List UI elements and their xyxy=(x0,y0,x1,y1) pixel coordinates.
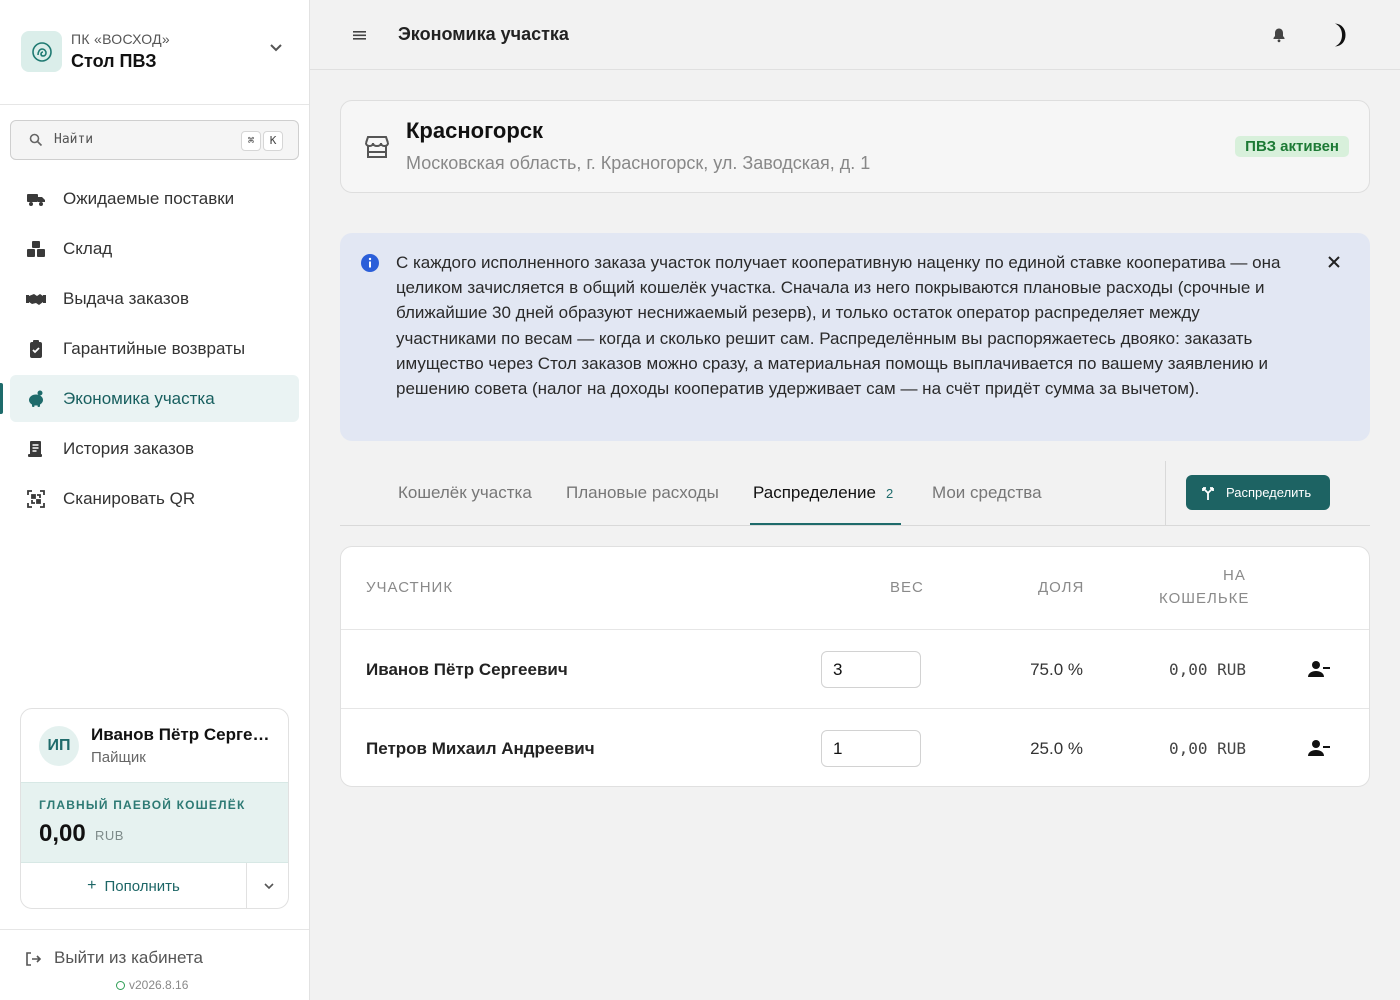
info-alert: С каждого исполненного заказа участок по… xyxy=(340,233,1370,441)
org-name: Стол ПВЗ xyxy=(71,51,157,71)
truck-icon xyxy=(27,194,45,206)
info-icon xyxy=(361,254,379,272)
info-text: С каждого исполненного заказа участок по… xyxy=(396,253,1281,399)
sidebar-item-warranty-returns[interactable]: Гарантийные возвраты xyxy=(10,325,299,372)
search-icon xyxy=(29,133,43,147)
sidebar-item-order-pickup[interactable]: Выдача заказов xyxy=(10,275,299,322)
logout-icon[interactable] xyxy=(24,950,42,968)
tab-label: Кошелёк участка xyxy=(398,483,532,502)
user-name: Иванов Пётр Сергеевич xyxy=(91,725,271,744)
clipboard-check-icon xyxy=(30,340,42,358)
qr-scan-icon xyxy=(27,490,45,508)
pickup-point-name: Красногорск xyxy=(406,118,544,143)
topup-button[interactable]: + Пополнить xyxy=(21,863,246,908)
user-card: ИП Иванов Пётр Сергеевич Пайщик ГЛАВНЫЙ … xyxy=(20,708,289,909)
topup-label: Пополнить xyxy=(104,877,180,895)
bell-icon[interactable] xyxy=(1271,27,1287,43)
sidebar-item-label: История заказов xyxy=(63,439,195,458)
tab-count-badge: 2 xyxy=(886,486,894,501)
logout-link[interactable]: Выйти из кабинета xyxy=(54,948,203,968)
chevron-down-icon xyxy=(263,883,274,890)
menu-icon[interactable] xyxy=(351,27,369,43)
user-role: Пайщик xyxy=(91,749,146,766)
version-label: v2026.8.16 xyxy=(116,978,188,992)
status-dot-icon xyxy=(116,981,125,990)
sidebar-item-scan-qr[interactable]: Сканировать QR xyxy=(10,475,299,522)
topup-more-button[interactable] xyxy=(246,863,288,908)
tab-planned-expenses[interactable]: Плановые расходы xyxy=(566,483,719,526)
pickup-point-address: Московская область, г. Красногорск, ул. … xyxy=(406,153,871,173)
share-value: 25.0 % xyxy=(1030,739,1083,758)
sidebar-item-label: Выдача заказов xyxy=(63,289,190,308)
wallet-currency: RUB xyxy=(95,828,124,843)
column-header-share: ДОЛЯ xyxy=(1038,579,1085,596)
receipt-icon xyxy=(28,441,42,457)
pickup-point-card: Красногорск Московская область, г. Красн… xyxy=(340,100,1370,193)
shortcut-key-cmd: ⌘ xyxy=(241,131,261,151)
tab-label: Плановые расходы xyxy=(566,483,719,502)
store-icon xyxy=(365,136,389,158)
distribute-button[interactable]: Распределить xyxy=(1186,475,1330,510)
sidebar-item-label: Гарантийные возвраты xyxy=(63,339,246,358)
participant-name: Иванов Пётр Сергеевич xyxy=(366,660,568,679)
column-header-participant: УЧАСТНИК xyxy=(366,579,454,596)
avatar[interactable]: ИП xyxy=(39,726,79,766)
org-logo-icon xyxy=(21,31,62,72)
sidebar-item-expected-deliveries[interactable]: Ожидаемые поставки xyxy=(10,175,299,222)
status-badge: ПВЗ активен xyxy=(1235,136,1349,157)
wallet-amount-value: 0,00 RUB xyxy=(1168,660,1246,679)
search-input[interactable]: Найти ⌘ K xyxy=(10,120,299,160)
sidebar-item-label: Склад xyxy=(63,239,113,258)
close-icon[interactable] xyxy=(1325,253,1343,271)
wallet-amount-value: 0,00 RUB xyxy=(1168,739,1246,758)
distribution-table: УЧАСТНИК ВЕС ДОЛЯ НА КОШЕЛЬКЕ Иванов Пёт… xyxy=(340,546,1370,787)
active-tab-indicator xyxy=(750,523,901,525)
divider xyxy=(1165,461,1166,525)
sidebar-item-label: Экономика участка xyxy=(63,389,215,408)
divider xyxy=(341,629,1369,630)
plus-icon: + xyxy=(87,877,97,894)
column-header-weight: ВЕС xyxy=(890,579,924,596)
tab-site-wallet[interactable]: Кошелёк участка xyxy=(398,483,532,526)
sidebar: ПК «ВОСХОД» Стол ПВЗ Найти ⌘ K Ожидаемые… xyxy=(0,0,310,1000)
sidebar-item-label: Ожидаемые поставки xyxy=(63,189,235,208)
column-header-wallet-line2: КОШЕЛЬКЕ xyxy=(1159,590,1250,607)
moon-icon[interactable] xyxy=(1326,22,1350,48)
main-wallet: ГЛАВНЫЙ ПАЕВОЙ КОШЕЛЁК 0,00 RUB xyxy=(21,782,288,863)
divider xyxy=(341,708,1369,709)
distribute-button-label: Распределить xyxy=(1226,485,1312,500)
wallet-amount: 0,00 xyxy=(39,820,86,847)
piggy-bank-icon xyxy=(29,390,43,407)
participant-name: Петров Михаил Андреевич xyxy=(366,739,595,758)
tab-label: Мои средства xyxy=(932,483,1042,502)
top-header: Экономика участка xyxy=(310,0,1400,70)
tab-label: Распределение xyxy=(753,483,876,502)
divider xyxy=(0,929,309,930)
tab-my-funds[interactable]: Мои средства xyxy=(932,483,1042,526)
sidebar-item-warehouse[interactable]: Склад xyxy=(10,225,299,272)
chevron-down-icon[interactable] xyxy=(266,40,286,56)
split-icon xyxy=(1202,486,1214,500)
sidebar-nav: Ожидаемые поставки Склад Выдача заказов … xyxy=(0,175,299,525)
share-value: 75.0 % xyxy=(1030,660,1083,679)
remove-participant-icon[interactable] xyxy=(1307,659,1331,679)
version-text: v2026.8.16 xyxy=(129,978,189,992)
sidebar-item-site-economics[interactable]: Экономика участка xyxy=(0,375,299,422)
sidebar-item-order-history[interactable]: История заказов xyxy=(10,425,299,472)
shortcut-key-k: K xyxy=(263,131,283,151)
org-switcher[interactable]: ПК «ВОСХОД» Стол ПВЗ xyxy=(0,0,309,105)
search-placeholder: Найти xyxy=(54,132,94,147)
sidebar-item-label: Сканировать QR xyxy=(63,489,196,508)
column-header-wallet-line1: НА xyxy=(1223,567,1246,584)
economics-tabs: Кошелёк участка Плановые расходы Распред… xyxy=(340,461,1370,526)
org-subtitle: ПК «ВОСХОД» xyxy=(71,31,171,47)
tab-distribution[interactable]: Распределение 2 xyxy=(753,483,893,526)
weight-input[interactable] xyxy=(821,651,921,688)
remove-participant-icon[interactable] xyxy=(1307,738,1331,758)
handshake-icon xyxy=(26,294,46,305)
weight-input[interactable] xyxy=(821,730,921,767)
page-title: Экономика участка xyxy=(398,24,569,44)
wallet-title: ГЛАВНЫЙ ПАЕВОЙ КОШЕЛЁК xyxy=(39,798,246,812)
boxes-icon xyxy=(27,241,45,257)
